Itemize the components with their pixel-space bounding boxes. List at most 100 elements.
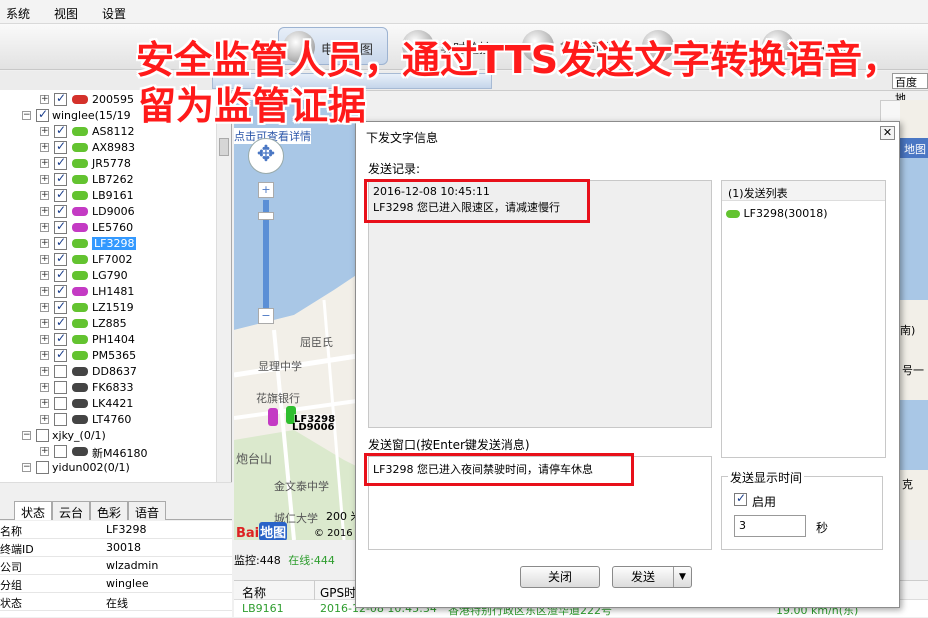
tree-vertical-scrollbar[interactable] [216,90,231,490]
expand-icon[interactable]: + [40,351,49,360]
tree-checkbox[interactable] [54,251,67,266]
tree-checkbox[interactable] [54,267,67,282]
menu-system[interactable]: 系统 [6,5,30,22]
expand-icon[interactable]: + [40,447,49,456]
info-value: winglee [106,577,149,590]
expand-icon[interactable]: + [40,223,49,232]
menu-settings[interactable]: 设置 [102,5,126,22]
enable-label: 启用 [752,495,777,509]
expand-icon[interactable]: − [22,431,31,440]
tree-item-label: LE5760 [92,221,134,234]
map-view-right[interactable]: 地图 南) 号一 克 [900,100,928,540]
tree-checkbox[interactable] [54,91,67,106]
map-view[interactable]: 点击可查看详情 ✥ + − 屈臣氏 显理中学 花旗银行 炮台山 金文泰中学 城仁… [234,100,364,540]
menu-view[interactable]: 视图 [54,5,78,22]
tree-checkbox[interactable] [54,413,67,426]
expand-icon[interactable]: + [40,335,49,344]
expand-icon[interactable]: + [40,303,49,312]
tree-checkbox[interactable] [54,397,67,410]
tree-checkbox[interactable] [54,365,67,378]
expand-icon[interactable]: + [40,207,49,216]
tree-checkbox[interactable] [36,461,49,474]
seconds-input[interactable]: 3 [734,515,806,537]
expand-icon[interactable]: + [40,191,49,200]
dialog-titlebar[interactable]: 下发文字信息 ✕ [356,122,899,148]
expand-icon[interactable]: + [40,127,49,136]
expand-icon[interactable]: + [40,383,49,392]
tree-checkbox[interactable] [54,155,67,170]
expand-icon[interactable]: + [40,399,49,408]
send-text-dialog: 下发文字信息 ✕ 发送记录: 2016-12-08 10:45:11 LF329… [355,121,900,608]
close-button[interactable]: 关闭 [520,566,600,588]
expand-icon[interactable]: + [40,175,49,184]
tree-checkbox[interactable] [54,299,67,314]
tree-checkbox[interactable] [54,347,67,362]
expand-icon[interactable]: + [40,287,49,296]
enable-checkbox[interactable] [734,491,747,506]
tab-status[interactable]: 状态 [14,501,53,520]
tab-ptz[interactable]: 云台 [52,501,91,520]
info-key: 终端ID [0,543,34,556]
map-type-button[interactable]: 地图 [900,138,928,158]
map-pan-control[interactable]: ✥ [248,138,284,174]
info-value: 在线 [106,597,128,610]
tree-scroll-thumb[interactable] [219,138,229,156]
expand-icon[interactable]: + [40,239,49,248]
expand-icon[interactable]: − [22,463,31,472]
expand-icon[interactable]: + [40,159,49,168]
baidu-logo-text2: 地图 [259,522,288,540]
tree-checkbox[interactable] [54,139,67,154]
tree-checkbox[interactable] [54,283,67,298]
tab-voice[interactable]: 语音 [128,501,167,520]
expand-icon[interactable]: + [40,95,49,104]
send-list-item-label: LF3298(30018) [743,207,828,220]
expand-icon[interactable]: + [40,255,49,264]
expand-icon[interactable]: + [40,143,49,152]
tab-color[interactable]: 色彩 [90,501,129,520]
tree-checkbox[interactable] [54,445,67,458]
send-button[interactable]: 发送 ▼ [612,566,692,588]
tree-checkbox[interactable] [54,187,67,202]
tree-checkbox[interactable] [54,123,67,138]
vehicle-marker[interactable] [268,408,278,426]
car-icon [72,191,88,200]
tree-checkbox[interactable] [54,235,67,250]
expand-icon[interactable]: − [22,111,31,120]
tree-checkbox[interactable] [36,107,49,122]
expand-icon[interactable]: + [40,367,49,376]
info-tabs: 状态 云台 色彩 语音 [0,500,232,520]
expand-icon[interactable]: + [40,415,49,424]
map-label: 号一 [902,364,924,377]
send-list-header: (1)发送列表 [722,181,885,201]
chevron-down-icon[interactable]: ▼ [673,567,691,587]
send-window-label: 发送窗口(按Enter键发送消息) [368,438,530,452]
car-icon [72,287,88,296]
car-icon [72,143,88,152]
expand-icon[interactable]: + [40,319,49,328]
car-icon [72,239,88,248]
status-strip: 监控:448 在线:444 [234,552,364,572]
car-icon [72,255,88,264]
zoom-slider-handle[interactable] [258,212,274,220]
zoom-out-button[interactable]: − [258,308,274,324]
tree-item-label: winglee(15/19 [52,109,131,122]
tree-horizontal-scrollbar[interactable] [0,482,232,497]
display-time-legend: 发送显示时间 [728,469,805,486]
grid-col-name[interactable]: 名称 [242,584,266,601]
expand-icon[interactable]: + [40,271,49,280]
grid-col-divider [314,581,315,601]
tree-checkbox[interactable] [54,171,67,186]
tree-checkbox[interactable] [54,331,67,346]
map-label: 炮台山 [236,452,273,466]
overlay-caption-line1: 安全监管人员，通过TTS发送文字转换语音， [136,38,901,82]
close-icon[interactable]: ✕ [880,126,895,140]
car-icon [72,95,88,104]
tree-checkbox[interactable] [36,429,49,442]
tree-checkbox[interactable] [54,219,67,234]
tree-checkbox[interactable] [54,203,67,218]
tree-checkbox[interactable] [54,315,67,330]
map-label: 显理中学 [258,360,302,373]
zoom-in-button[interactable]: + [258,182,274,198]
tree-checkbox[interactable] [54,381,67,394]
send-list-item[interactable]: LF3298(30018) [726,207,828,220]
